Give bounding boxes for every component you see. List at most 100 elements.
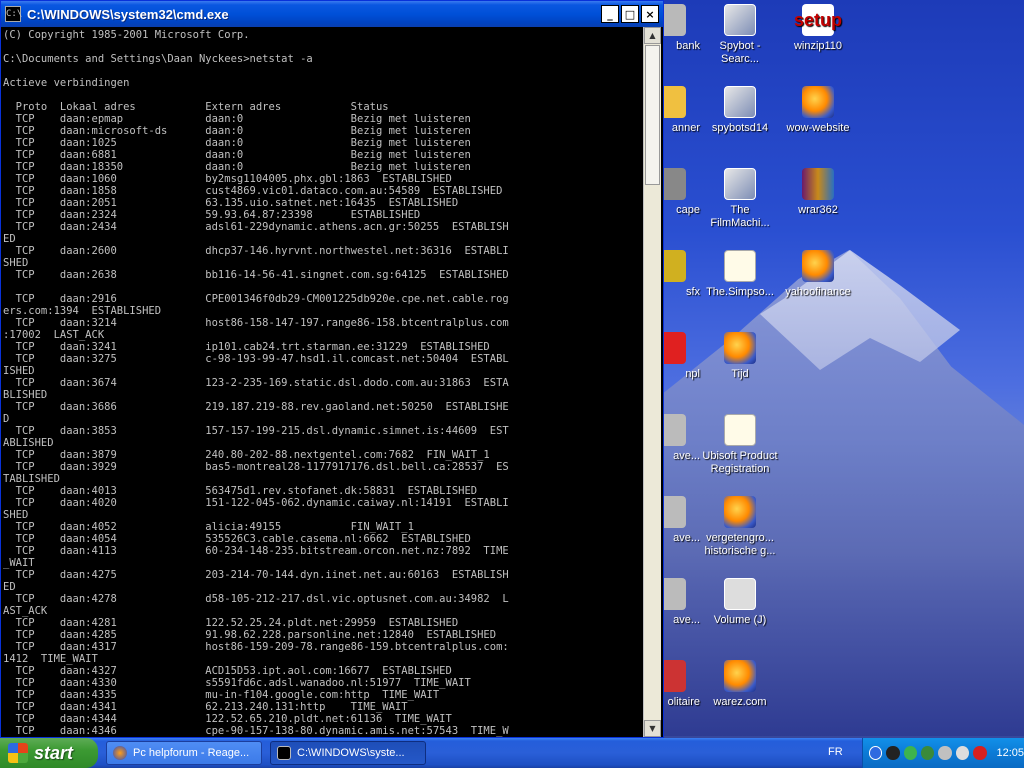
spybot-icon xyxy=(724,4,756,36)
desktop-icon-vergetengro[interactable]: vergetengro... historische g... xyxy=(700,496,780,558)
firefox-icon xyxy=(802,86,834,118)
taskbar-item-cmd[interactable]: C:\WINDOWS\syste... xyxy=(270,741,426,765)
firefox-icon xyxy=(724,496,756,528)
console-line: TCP daan:4020 151-122-045-062.dynamic.ca… xyxy=(3,497,509,509)
tray-user-icon[interactable] xyxy=(938,746,952,760)
desktop-icon-wow-website[interactable]: wow-website xyxy=(778,86,858,135)
console-line: TCP daan:1858 cust4869.vic01.dataco.com.… xyxy=(3,185,503,197)
tray-arrow-icon[interactable] xyxy=(869,746,883,760)
console-line: TCP daan:2916 CPE001346f0db29-CM001225db… xyxy=(3,293,509,305)
winrar-icon xyxy=(802,168,834,200)
desktop-icon-volume-j[interactable]: Volume (J) xyxy=(700,578,780,627)
console-line: TABLISHED xyxy=(3,473,60,485)
firefox-icon xyxy=(802,250,834,282)
console-line: TCP daan:4327 ACD15D53.ipt.aol.com:16677… xyxy=(3,665,452,677)
console-line: C:\Documents and Settings\Daan Nyckees>n… xyxy=(3,53,313,65)
taskbar-item-firefox[interactable]: Pc helpforum - Reage... xyxy=(106,741,262,765)
console-line: TCP daan:4013 563475d1.rev.stofanet.dk:5… xyxy=(3,485,478,497)
tray-green-icon[interactable] xyxy=(903,746,918,760)
console-line: TCP daan:1060 by2msg1104005.phx.gbl:1863… xyxy=(3,173,452,185)
clock[interactable]: 12:05 xyxy=(997,747,1024,759)
console-line: ISHED xyxy=(3,365,35,377)
console-line: AST_ACK xyxy=(3,605,48,617)
console-line: _WAIT xyxy=(3,557,35,569)
console-line: TCP daan:3879 240.80-202-88.nextgentel.c… xyxy=(3,449,490,461)
scroll-down-arrow-icon[interactable]: ▼ xyxy=(644,720,661,737)
console-line: TCP daan:2324 59.93.64.87:23398 ESTABLIS… xyxy=(3,209,421,221)
pen-document-icon xyxy=(724,414,756,446)
console-line: ED xyxy=(3,233,16,245)
console-line: (C) Copyright 1985-2001 Microsoft Corp. xyxy=(3,29,250,41)
desktop-icon-ubisoft[interactable]: Ubisoft Product Registration xyxy=(700,414,780,476)
window-titlebar[interactable]: C:\ C:\WINDOWS\system32\cmd.exe _ □ × xyxy=(1,1,663,27)
console-line: TCP daan:4285 91.98.62.228.parsonline.ne… xyxy=(3,629,497,641)
console-line: TCP daan:6881 daan:0 Bezig met luisteren xyxy=(3,149,471,161)
firefox-icon xyxy=(724,332,756,364)
desktop-icon-warez[interactable]: warez.com xyxy=(700,660,780,709)
system-tray: 12:05 xyxy=(862,738,1024,768)
console-line: TCP daan:4346 cpe-90-157-138-80.dynamic.… xyxy=(3,725,509,737)
console-line: TCP daan:4344 122.52.65.210.pldt.net:611… xyxy=(3,713,452,725)
console-line: TCP daan:4317 host86-159-209-78.range86-… xyxy=(3,641,509,653)
spybot-installer-icon xyxy=(724,86,756,118)
desktop-icon-spybot[interactable]: Spybot - Searc... xyxy=(700,4,780,66)
console-output[interactable]: (C) Copyright 1985-2001 Microsoft Corp. … xyxy=(1,27,643,737)
console-line: ED xyxy=(3,581,16,593)
console-line: ABLISHED xyxy=(3,437,54,449)
start-button[interactable]: start xyxy=(0,738,98,768)
desktop-icon-spybotsd14[interactable]: spybotsd14 xyxy=(700,86,780,135)
console-line: TCP daan:3241 ip101.cab24.trt.starman.ee… xyxy=(3,341,490,353)
document-icon xyxy=(724,250,756,282)
console-line: TCP daan:4341 62.213.240.131:http TIME_W… xyxy=(3,701,408,713)
console-line: TCP daan:epmap daan:0 Bezig met luistere… xyxy=(3,113,471,125)
desktop-icon-yahoofinance[interactable]: yahoofinance xyxy=(778,250,858,299)
console-line: TCP daan:3214 host86-158-147-197.range86… xyxy=(3,317,509,329)
minimize-button[interactable]: _ xyxy=(601,5,619,23)
console-line: TCP daan:4113 60-234-148-235.bitstream.o… xyxy=(3,545,509,557)
window-title: C:\WINDOWS\system32\cmd.exe xyxy=(27,6,229,22)
console-line: TCP daan:4052 alicia:49155 FIN_WAIT_1 xyxy=(3,521,414,533)
scroll-up-arrow-icon[interactable]: ▲ xyxy=(644,27,661,44)
console-line: TCP daan:4281 122.52.25.24.pldt.net:2995… xyxy=(3,617,459,629)
firefox-icon xyxy=(113,746,127,760)
cmd-window[interactable]: C:\ C:\WINDOWS\system32\cmd.exe _ □ × (C… xyxy=(0,0,664,738)
language-indicator[interactable]: FR xyxy=(828,746,843,758)
console-area[interactable]: (C) Copyright 1985-2001 Microsoft Corp. … xyxy=(1,27,663,737)
console-line: TCP daan:3929 bas5-montreal28-1177917176… xyxy=(3,461,509,473)
scrollbar-thumb[interactable] xyxy=(645,45,660,185)
console-line: :17002 LAST_ACK xyxy=(3,329,105,341)
desktop-icon-filmmachine[interactable]: The FilmMachi... xyxy=(700,168,780,230)
firefox-icon xyxy=(724,660,756,692)
vertical-scrollbar[interactable]: ▲ ▼ xyxy=(643,27,661,737)
console-line: TCP daan:3853 157-157-199-215.dsl.dynami… xyxy=(3,425,509,437)
tray-network-icon[interactable] xyxy=(921,746,935,760)
console-line: TCP daan:18350 daan:0 Bezig met luistere… xyxy=(3,161,471,173)
console-line: D xyxy=(3,413,10,425)
console-line: TCP daan:3275 c-98-193-99-47.hsd1.il.com… xyxy=(3,353,509,365)
desktop-icon-simpsons[interactable]: The.Simpso... xyxy=(700,250,780,299)
cmd-icon[interactable]: C:\ xyxy=(5,6,22,22)
console-line: 1412 TIME_WAIT xyxy=(3,653,98,665)
tray-dog-icon[interactable] xyxy=(886,746,900,760)
tray-red-icon[interactable] xyxy=(973,746,987,760)
desktop-icon-winzip110[interactable]: setup winzip110 xyxy=(778,4,858,53)
maximize-button[interactable]: □ xyxy=(621,5,639,23)
desktop-icon-wrar362[interactable]: wrar362 xyxy=(778,168,858,217)
close-button[interactable]: × xyxy=(641,5,659,23)
taskbar: start Pc helpforum - Reage... C:\WINDOWS… xyxy=(0,738,1024,768)
filmmachine-icon xyxy=(724,168,756,200)
console-line: TCP daan:4330 s5591fd6c.adsl.wanadoo.nl:… xyxy=(3,677,471,689)
setup-icon: setup xyxy=(794,4,842,36)
console-line: TCP daan:2638 bb116-14-56-41.singnet.com… xyxy=(3,269,509,281)
console-line: TCP daan:4054 535526C3.cable.casema.nl:6… xyxy=(3,533,471,545)
disk-drive-icon xyxy=(724,578,756,610)
tray-microphone-icon[interactable] xyxy=(955,746,970,760)
console-line: TCP daan:2051 63.135.uio.satnet.net:1643… xyxy=(3,197,459,209)
console-line: TCP daan:3686 219.187.219-88.rev.gaoland… xyxy=(3,401,509,413)
desktop-icon-tijd[interactable]: Tijd xyxy=(700,332,780,381)
console-line: Actieve verbindingen xyxy=(3,77,130,89)
console-line: TCP daan:microsoft-ds daan:0 Bezig met l… xyxy=(3,125,471,137)
